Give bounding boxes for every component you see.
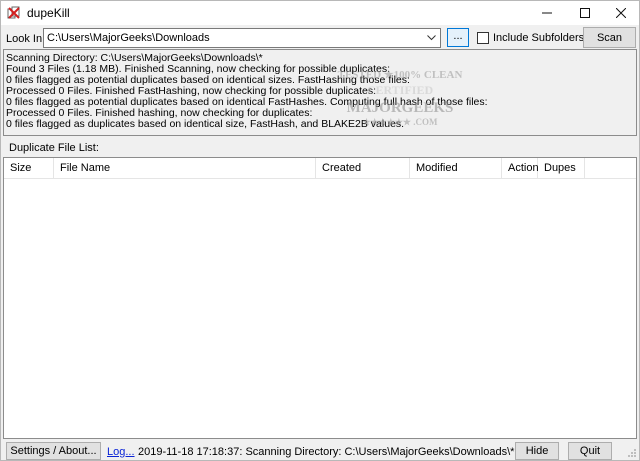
chevron-down-icon[interactable] [424, 31, 438, 45]
watermark-line-3: MAJORGEEKS [347, 100, 454, 116]
list-header: Size File Name Created Modified Action D… [4, 158, 636, 179]
watermark-line-2: CERTIFIED [367, 83, 434, 97]
majorgeeks-watermark: TESTED ★100% CLEAN CERTIFIED MAJORGEEKS … [338, 69, 463, 127]
look-in-path-value: C:\Users\MajorGeeks\Downloads [47, 32, 210, 44]
quit-button[interactable]: Quit [568, 442, 612, 460]
status-text: 2019-11-18 17:18:37: Scanning Directory:… [138, 446, 515, 458]
watermark-line-4: ★★★★★★ .COM [363, 117, 438, 127]
scan-button[interactable]: Scan [583, 27, 636, 48]
close-button[interactable] [599, 1, 640, 25]
minimize-icon [542, 12, 552, 14]
column-header-created[interactable]: Created [316, 158, 410, 179]
hide-button[interactable]: Hide [515, 442, 559, 460]
look-in-path-combobox[interactable]: C:\Users\MajorGeeks\Downloads [43, 28, 441, 48]
log-link[interactable]: Log... [107, 446, 135, 458]
column-header-file-name[interactable]: File Name [54, 158, 316, 179]
include-subfolders-label: Include Subfolders [493, 32, 585, 44]
close-icon [616, 8, 626, 18]
column-header-dupes[interactable]: Dupes [538, 158, 585, 179]
look-in-label: Look In: [6, 33, 46, 45]
resize-grip-icon[interactable] [627, 448, 637, 458]
app-icon [7, 6, 20, 19]
browse-button[interactable]: ... [447, 28, 469, 47]
include-subfolders-checkbox[interactable] [477, 32, 489, 44]
title-bar: dupeKill [1, 1, 639, 25]
window-title: dupeKill [27, 6, 70, 20]
settings-about-button[interactable]: Settings / About... [6, 442, 101, 460]
column-header-modified[interactable]: Modified [410, 158, 502, 179]
maximize-icon [580, 8, 590, 18]
duplicate-file-list[interactable]: Size File Name Created Modified Action D… [3, 157, 637, 439]
duplicate-file-list-label: Duplicate File List: [9, 142, 99, 154]
watermark-line-1: TESTED ★100% CLEAN [338, 69, 463, 81]
app-window: dupeKill Look In: C:\Users\MajorGeeks\Do… [0, 0, 640, 461]
column-header-action[interactable]: Action [502, 158, 539, 179]
column-header-size[interactable]: Size [4, 158, 54, 179]
scan-log: Scanning Directory: C:\Users\MajorGeeks\… [3, 49, 637, 136]
